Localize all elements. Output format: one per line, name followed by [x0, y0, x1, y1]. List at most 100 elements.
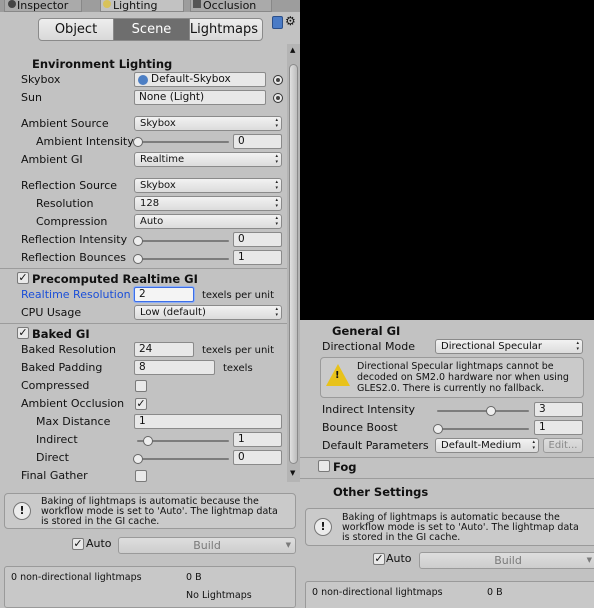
gear-icon[interactable]: ⚙: [285, 14, 296, 28]
section-realtime-gi: Precomputed Realtime GI: [32, 272, 198, 286]
ambient-intensity-knob[interactable]: [133, 137, 143, 147]
divider: [300, 478, 594, 479]
auto-label: Auto: [386, 552, 412, 565]
mode-scene[interactable]: Scene: [114, 19, 189, 40]
divider: [0, 268, 287, 269]
reflection-intensity-knob[interactable]: [133, 236, 143, 246]
auto-checkbox[interactable]: ✓: [373, 553, 385, 565]
cpu-usage-value: Low (default): [140, 307, 206, 318]
reflection-bounces-field[interactable]: 1: [233, 250, 282, 265]
ambient-gi-value: Realtime: [140, 154, 185, 165]
cpu-usage-label: CPU Usage: [21, 306, 82, 319]
directional-mode-dropdown[interactable]: Directional Specular: [435, 339, 583, 354]
direct-field[interactable]: 0: [233, 450, 282, 465]
build-button[interactable]: Build ▼: [118, 537, 296, 554]
indirect-knob[interactable]: [143, 436, 153, 446]
fog-checkbox[interactable]: [318, 460, 330, 472]
light-icon: [103, 0, 111, 8]
scroll-up-arrow[interactable]: ▲: [290, 47, 295, 54]
info-icon: [8, 0, 16, 8]
scrollbar[interactable]: ▲ ▼: [287, 44, 300, 482]
reflection-intensity-value: 0: [238, 233, 245, 245]
direct-track[interactable]: [137, 458, 229, 460]
skybox-field[interactable]: Default-Skybox: [134, 72, 266, 87]
ambient-occlusion-checkbox[interactable]: ✓: [135, 398, 147, 410]
compression-value: Auto: [140, 216, 164, 227]
occlusion-icon: [193, 0, 201, 8]
direct-label: Direct: [36, 451, 69, 464]
lightmap-stats-panel: 0 non-directional lightmaps 0 B: [305, 581, 594, 608]
auto-bake-info-box: ! Baking of lightmaps is automatic becau…: [4, 493, 296, 529]
max-distance-label: Max Distance: [36, 415, 111, 428]
default-parameters-dropdown[interactable]: Default-Medium: [435, 438, 539, 453]
indirect-field[interactable]: 1: [233, 432, 282, 447]
info-icon: !: [13, 502, 31, 520]
help-book-icon[interactable]: [272, 16, 283, 29]
auto-label: Auto: [86, 537, 112, 550]
baked-gi-checkbox[interactable]: ✓: [17, 327, 29, 339]
bounce-boost-field[interactable]: 1: [534, 420, 583, 435]
final-gather-checkbox[interactable]: [135, 470, 147, 482]
compressed-label: Compressed: [21, 379, 90, 392]
auto-checkbox[interactable]: ✓: [72, 538, 84, 550]
ambient-gi-label: Ambient GI: [21, 153, 83, 166]
final-gather-label: Final Gather: [21, 469, 88, 482]
compression-dropdown[interactable]: Auto: [134, 214, 282, 229]
realtime-resolution-input[interactable]: 2: [134, 287, 194, 302]
directional-mode-value: Directional Specular: [441, 341, 542, 352]
build-dropdown-arrow[interactable]: ▼: [286, 538, 291, 553]
reflection-bounces-knob[interactable]: [133, 254, 143, 264]
bounce-boost-value: 1: [539, 421, 546, 433]
ambient-source-dropdown[interactable]: Skybox: [134, 116, 282, 131]
scroll-thumb[interactable]: [289, 64, 298, 464]
default-parameters-label: Default Parameters: [322, 439, 429, 452]
baked-resolution-input[interactable]: 24: [134, 342, 194, 357]
section-fog: Fog: [333, 460, 357, 474]
realtime-gi-checkbox[interactable]: ✓: [17, 272, 29, 284]
reflection-intensity-field[interactable]: 0: [233, 232, 282, 247]
max-distance-input[interactable]: 1: [134, 414, 282, 429]
mode-scene-label: Scene: [131, 22, 172, 37]
ambient-intensity-field[interactable]: 0: [233, 134, 282, 149]
edit-parameters-button[interactable]: Edit...: [543, 438, 583, 453]
build-button[interactable]: Build ▼: [419, 552, 594, 569]
ambient-gi-dropdown[interactable]: Realtime: [134, 152, 282, 167]
lightmap-size: 0 B: [487, 587, 503, 598]
info-line-3: is stored in the GI cache.: [342, 532, 461, 543]
sun-object-picker[interactable]: [273, 93, 283, 103]
warning-exclamation: !: [335, 370, 340, 381]
sun-field[interactable]: None (Light): [134, 90, 266, 105]
indirect-intensity-track[interactable]: [437, 410, 529, 412]
cpu-usage-dropdown[interactable]: Low (default): [134, 305, 282, 320]
reflection-intensity-track[interactable]: [137, 240, 229, 242]
warning-line-3: GLES2.0. There is currently no fallback.: [357, 383, 545, 394]
baked-padding-input[interactable]: 8: [134, 360, 215, 375]
resolution-dropdown[interactable]: 128: [134, 196, 282, 211]
mode-object[interactable]: Object: [39, 19, 114, 40]
build-label: Build: [494, 554, 522, 567]
reflection-source-dropdown[interactable]: Skybox: [134, 178, 282, 193]
info-icon: !: [314, 518, 332, 536]
skybox-object-picker[interactable]: [273, 75, 283, 85]
sun-label: Sun: [21, 91, 42, 104]
tab-lighting[interactable]: Lighting: [100, 0, 184, 12]
indirect-intensity-knob[interactable]: [486, 406, 496, 416]
build-dropdown-arrow[interactable]: ▼: [587, 553, 592, 568]
mode-lightmaps[interactable]: Lightmaps: [189, 19, 262, 40]
tab-occlusion[interactable]: Occlusion: [190, 0, 272, 12]
ambient-occlusion-label: Ambient Occlusion: [21, 397, 125, 410]
indirect-intensity-field[interactable]: 3: [534, 402, 583, 417]
divider: [0, 323, 287, 324]
section-baked-gi: Baked GI: [32, 327, 90, 341]
ambient-intensity-track[interactable]: [137, 141, 229, 143]
scroll-down-arrow[interactable]: ▼: [290, 470, 295, 477]
realtime-resolution-value: 2: [139, 288, 146, 300]
reflection-bounces-label: Reflection Bounces: [21, 251, 126, 264]
directional-warning-box: ! Directional Specular lightmaps cannot …: [320, 357, 584, 398]
direct-knob[interactable]: [133, 454, 143, 464]
compressed-checkbox[interactable]: [135, 380, 147, 392]
bounce-boost-track[interactable]: [437, 428, 529, 430]
reflection-bounces-track[interactable]: [137, 258, 229, 260]
ambient-source-label: Ambient Source: [21, 117, 109, 130]
bounce-boost-knob[interactable]: [433, 424, 443, 434]
